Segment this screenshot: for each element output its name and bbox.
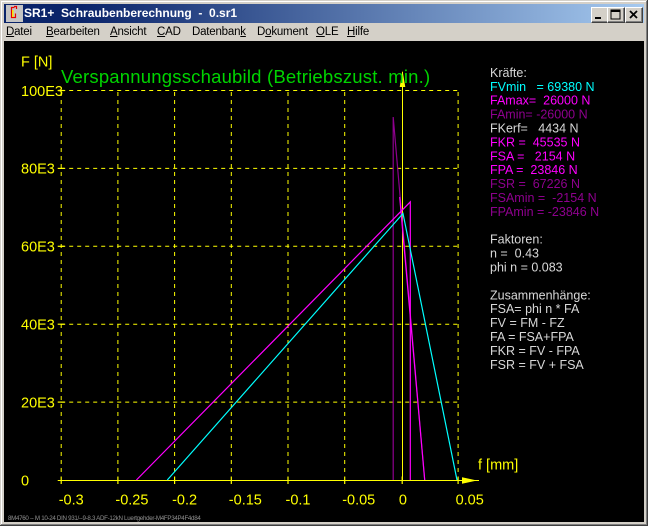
svg-text:-0.2: -0.2	[172, 492, 197, 508]
svg-text:100E3: 100E3	[21, 84, 63, 100]
svg-text:n = 0.43: n = 0.43	[490, 247, 539, 261]
svg-text:FPA = 23846 N: FPA = 23846 N	[490, 163, 578, 177]
svg-text:60E3: 60E3	[21, 240, 55, 256]
svg-text:20E3: 20E3	[21, 395, 55, 411]
svg-text:FSA = 2154 N: FSA = 2154 N	[490, 149, 575, 163]
svg-text:40E3: 40E3	[21, 318, 55, 334]
svg-text:FAmin= -26000 N: FAmin= -26000 N	[490, 108, 588, 122]
svg-text:FVmin = 69380 N: FVmin = 69380 N	[490, 80, 595, 94]
svg-text:0: 0	[21, 473, 29, 489]
svg-text:FPAmin = -23846 N: FPAmin = -23846 N	[490, 205, 599, 219]
svg-text:FSA= phi n * FA: FSA= phi n * FA	[490, 302, 580, 316]
svg-text:80E3: 80E3	[21, 162, 55, 178]
svg-text:FSR = FV + FSA: FSR = FV + FSA	[490, 358, 584, 372]
svg-text:-0.05: -0.05	[342, 492, 375, 508]
svg-text:FKR = 45535 N: FKR = 45535 N	[490, 135, 580, 149]
svg-text:0: 0	[399, 492, 407, 508]
svg-text:0.05: 0.05	[456, 492, 484, 508]
svg-text:FV = FM - FZ: FV = FM - FZ	[490, 316, 565, 330]
svg-text:f [mm]: f [mm]	[478, 458, 518, 474]
svg-text:FKR = FV - FPA: FKR = FV - FPA	[490, 344, 580, 358]
svg-text:Verspannungsschaubild (Betrieb: Verspannungsschaubild (Betriebszust. min…	[61, 66, 430, 87]
svg-text:Faktoren:: Faktoren:	[490, 233, 543, 247]
svg-text:FSAmin = -2154 N: FSAmin = -2154 N	[490, 191, 597, 205]
svg-text:phi n = 0.083: phi n = 0.083	[490, 261, 563, 275]
svg-text:FSR = 67226 N: FSR = 67226 N	[490, 177, 580, 191]
svg-text:FA = FSA+FPA: FA = FSA+FPA	[490, 330, 574, 344]
svg-text:-0.25: -0.25	[115, 492, 148, 508]
svg-text:-0.1: -0.1	[286, 492, 311, 508]
svg-text:8M4760 -- M 10-24 DIN 931/--9-: 8M4760 -- M 10-24 DIN 931/--9-8.3 ADF-12…	[8, 515, 201, 522]
svg-text:FAmax= 26000 N: FAmax= 26000 N	[490, 94, 590, 108]
svg-text:Zusammenhänge:: Zusammenhänge:	[490, 288, 591, 302]
svg-text:Kräfte:: Kräfte:	[490, 66, 527, 80]
svg-text:FKerf= 4434 N: FKerf= 4434 N	[490, 122, 579, 136]
svg-text:-0.3: -0.3	[59, 492, 84, 508]
svg-text:F [N]: F [N]	[21, 55, 52, 71]
svg-text:-0.15: -0.15	[229, 492, 262, 508]
